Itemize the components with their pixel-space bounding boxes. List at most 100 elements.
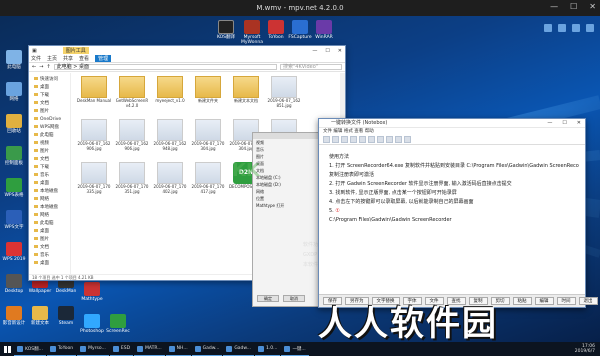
- desktop-icon[interactable]: 控制面板: [0, 146, 28, 166]
- close-icon[interactable]: ✕: [589, 2, 596, 11]
- file-item[interactable]: 2019-06-07_170 417.jpg: [189, 162, 227, 202]
- nav-item[interactable]: 图片: [29, 108, 70, 116]
- editor-menu[interactable]: 文件 编辑 格式 查看 帮助: [319, 128, 585, 135]
- panel-row[interactable]: 网络: [253, 188, 321, 195]
- taskbar-item[interactable]: MATR...: [134, 342, 165, 356]
- file-item[interactable]: myeeject_v1.0: [151, 76, 189, 116]
- desktop-icon[interactable]: Desktop: [0, 274, 28, 294]
- desktop-icon[interactable]: WPS文字: [0, 210, 28, 230]
- up-icon[interactable]: ↑: [46, 64, 50, 70]
- cut-icon[interactable]: [350, 136, 357, 143]
- editor-text-area[interactable]: 使用方法 1. 打开 ScreenRecorder64.exe 复制软件并粘贴到…: [329, 153, 579, 289]
- file-item[interactable]: 2019-06-07_170 351.jpg: [113, 162, 151, 202]
- maximize-icon[interactable]: ☐: [325, 48, 329, 54]
- desktop-icon[interactable]: Photoshop: [78, 314, 106, 334]
- nav-item[interactable]: 桌面: [29, 260, 70, 268]
- taskbar-item[interactable]: 一键...: [281, 342, 309, 356]
- forward-icon[interactable]: →: [39, 64, 43, 70]
- file-item[interactable]: 2019-06-07_170 304.jpg: [189, 119, 227, 159]
- copy-icon[interactable]: [359, 136, 366, 143]
- file-item[interactable]: 2019-06-07_162 906.jpg: [113, 119, 151, 159]
- minimize-icon[interactable]: —: [312, 48, 317, 54]
- nav-item[interactable]: 文档: [29, 244, 70, 252]
- editor-action-button[interactable]: 时间: [556, 297, 576, 305]
- nav-item[interactable]: 快速访问: [29, 76, 70, 84]
- taskbar-item[interactable]: ESD: [109, 342, 134, 356]
- minimize-icon[interactable]: —: [550, 2, 558, 11]
- tray-icon[interactable]: [572, 24, 580, 32]
- new-icon[interactable]: [323, 136, 330, 143]
- nav-item[interactable]: WPS网盘: [29, 124, 70, 132]
- nav-item[interactable]: 本地磁盘: [29, 204, 70, 212]
- minimize-icon[interactable]: —: [547, 119, 552, 128]
- tab-manage[interactable]: 管理: [95, 55, 112, 62]
- desktop-icon[interactable]: 此电脑: [0, 50, 28, 70]
- file-item[interactable]: 新建文件夹: [189, 76, 227, 116]
- file-item[interactable]: 2019-06-07_170 335.jpg: [75, 162, 113, 202]
- taskbar-item[interactable]: 1.0...: [254, 342, 281, 356]
- file-item[interactable]: DeskMan Manual: [75, 76, 113, 116]
- undo-icon[interactable]: [377, 136, 384, 143]
- font-icon[interactable]: [395, 136, 402, 143]
- nav-item[interactable]: 图片: [29, 236, 70, 244]
- file-item[interactable]: 2019-06-07_162 906.jpg: [75, 119, 113, 159]
- panel-row[interactable]: 音乐: [253, 146, 321, 153]
- back-icon[interactable]: ←: [32, 64, 36, 70]
- editor-action-button[interactable]: 粘贴: [512, 297, 532, 305]
- nav-item[interactable]: 此电脑: [29, 132, 70, 140]
- nav-item[interactable]: 音乐: [29, 172, 70, 180]
- desktop-icon[interactable]: 影音新设计: [0, 306, 28, 326]
- panel-row[interactable]: 本地磁盘 (C:): [253, 174, 321, 181]
- taskbar-item[interactable]: KOS翻...: [14, 342, 46, 356]
- desktop-icon[interactable]: 网络: [0, 82, 28, 102]
- nav-item[interactable]: 下载: [29, 92, 70, 100]
- file-item[interactable]: GetWebScreenR v4.2.0: [113, 76, 151, 116]
- tray-icon[interactable]: [586, 24, 594, 32]
- taskbar-item[interactable]: Gadw...: [223, 342, 254, 356]
- context-tab-label[interactable]: 图片工具: [62, 47, 89, 54]
- find-icon[interactable]: [404, 136, 411, 143]
- desktop-icon[interactable]: WPS表格: [0, 178, 28, 198]
- close-icon[interactable]: ✕: [338, 48, 342, 54]
- file-item[interactable]: 新建文本文档: [227, 76, 265, 116]
- file-item[interactable]: 2019-06-07_162 851.jpg: [265, 76, 303, 116]
- maximize-icon[interactable]: ☐: [562, 119, 566, 128]
- nav-item[interactable]: 本地磁盘: [29, 188, 70, 196]
- panel-row[interactable]: 本地磁盘 (D:): [253, 181, 321, 188]
- nav-item[interactable]: 桌面: [29, 228, 70, 236]
- tab-share[interactable]: 共享: [63, 55, 73, 62]
- ok-button[interactable]: 确定: [257, 295, 279, 302]
- desktop-icon[interactable]: 回收站: [0, 114, 28, 134]
- panel-row[interactable]: Mathtype 打开: [253, 202, 321, 209]
- editor-action-button[interactable]: 退出: [578, 297, 598, 305]
- taskbar-item[interactable]: ToYoon: [46, 342, 77, 356]
- nav-item[interactable]: 下载: [29, 164, 70, 172]
- nav-item[interactable]: 此电脑: [29, 220, 70, 228]
- nav-item[interactable]: 视频: [29, 140, 70, 148]
- nav-item[interactable]: OneDrive: [29, 116, 70, 124]
- file-item[interactable]: 2019-06-07_162 948.jpg: [151, 119, 189, 159]
- panel-row[interactable]: 图片: [253, 153, 321, 160]
- tray-icon[interactable]: [544, 24, 552, 32]
- desktop-icon[interactable]: 新建文本: [26, 306, 54, 326]
- paste-icon[interactable]: [368, 136, 375, 143]
- nav-item[interactable]: 图片: [29, 148, 70, 156]
- file-item[interactable]: 2019-06-07_170 402.jpg: [151, 162, 189, 202]
- cancel-button[interactable]: 取消: [283, 295, 305, 302]
- desktop-icon[interactable]: KOS翻译: [212, 20, 240, 40]
- close-icon[interactable]: ✕: [577, 119, 581, 128]
- search-input[interactable]: 搜索"4KVideo": [280, 64, 342, 70]
- desktop-icon[interactable]: ScreenRec: [104, 314, 132, 334]
- save-icon[interactable]: [341, 136, 348, 143]
- tray-icon[interactable]: [558, 24, 566, 32]
- nav-item[interactable]: 音乐: [29, 252, 70, 260]
- maximize-icon[interactable]: ☐: [570, 2, 577, 11]
- panel-row[interactable]: 视频: [253, 139, 321, 146]
- editor-action-button[interactable]: 编辑: [534, 297, 554, 305]
- taskbar-item[interactable]: NH...: [165, 342, 191, 356]
- tab-home[interactable]: 主页: [47, 55, 57, 62]
- redo-icon[interactable]: [386, 136, 393, 143]
- desktop-icon[interactable]: Mathtype: [78, 282, 106, 302]
- desktop-icon[interactable]: WinRAR: [310, 20, 338, 40]
- desktop-icon[interactable]: Steam: [52, 306, 80, 326]
